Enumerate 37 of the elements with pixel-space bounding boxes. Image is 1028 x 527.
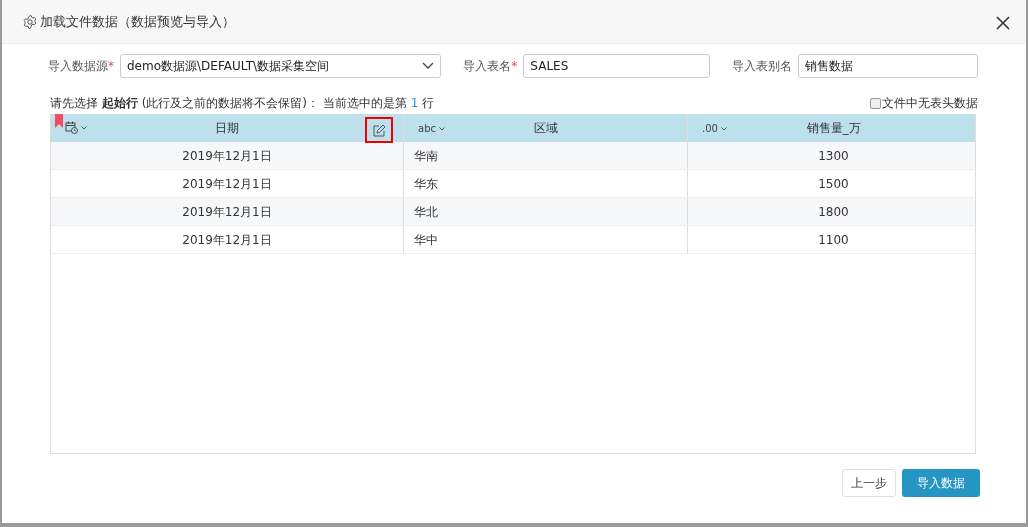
table-cell-text: 2019年12月1日 bbox=[182, 175, 272, 193]
type-dropdown[interactable] bbox=[65, 121, 87, 134]
caret-icon bbox=[720, 126, 727, 131]
calendar-icon bbox=[65, 121, 78, 134]
field-label: 导入表名* bbox=[463, 58, 518, 75]
table-cell-text: 华南 bbox=[414, 147, 438, 165]
checkbox[interactable]: 文件中无表头数据 bbox=[870, 94, 978, 112]
instruction-text: 请先选择 起始行 (此行及之前的数据将不会保留)： 当前选中的是第 1 行 bbox=[50, 95, 435, 112]
table-cell-text: 华北 bbox=[414, 203, 438, 221]
table-cell-text: 华东 bbox=[414, 175, 438, 193]
settings-icon bbox=[22, 13, 38, 30]
caret-icon bbox=[439, 126, 445, 131]
input-field[interactable]: SALES bbox=[523, 54, 710, 78]
back-button[interactable]: 上一步 bbox=[842, 469, 896, 497]
table-cell-text: 1100 bbox=[818, 231, 849, 249]
table-cell-text: 1300 bbox=[818, 147, 849, 165]
pencil-icon bbox=[372, 123, 386, 137]
type-dropdown[interactable]: abc bbox=[418, 121, 445, 136]
caret-icon bbox=[81, 125, 87, 130]
column-header: 日期 bbox=[215, 120, 239, 137]
close-icon bbox=[996, 15, 1010, 30]
table-cell-text: 2019年12月1日 bbox=[182, 231, 272, 249]
table-cell-text: 1800 bbox=[818, 203, 849, 221]
table-cell-text: 1500 bbox=[818, 175, 849, 193]
table-cell-text: 2019年12月1日 bbox=[182, 203, 272, 221]
edit-button[interactable] bbox=[365, 117, 393, 143]
dialog-title: 加载文件数据（数据预览与导入） bbox=[40, 12, 235, 31]
field-label: 导入表别名 bbox=[731, 58, 792, 75]
field-label: 导入数据源* bbox=[48, 58, 114, 75]
table-cell-text: 2019年12月1日 bbox=[182, 147, 272, 165]
type-dropdown[interactable]: .00 bbox=[702, 121, 727, 136]
chevron-down-icon bbox=[422, 62, 435, 70]
column-header: 区域 bbox=[533, 120, 558, 137]
dropdown-field[interactable]: demo数据源\DEFAULT\数据采集空间 bbox=[120, 54, 442, 78]
table-cell-text: 华中 bbox=[414, 231, 438, 249]
column-header: 销售量_万 bbox=[806, 120, 861, 137]
input-field[interactable]: 销售数据 bbox=[797, 54, 978, 78]
